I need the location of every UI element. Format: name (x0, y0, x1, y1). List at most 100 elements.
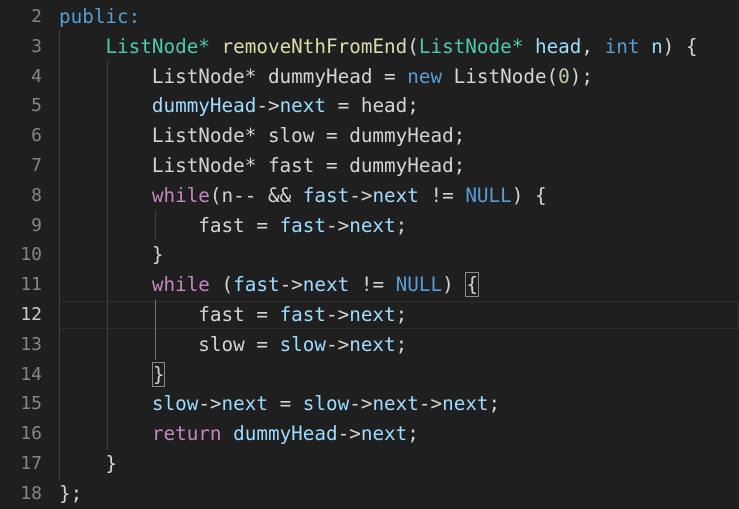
code-token: slow = (59, 332, 280, 356)
line-number: 2 (31, 6, 42, 27)
code-text[interactable]: slow->next = slow->next->next; (59, 389, 500, 419)
code-line[interactable]: 4 ListNode* dummyHead = new ListNode(0); (0, 62, 739, 92)
code-token: 0 (558, 64, 570, 88)
code-text[interactable]: slow = slow->next; (59, 330, 407, 360)
line-number: 17 (20, 453, 42, 474)
code-text[interactable]: while (fast->next != NULL) { (59, 270, 479, 300)
code-text[interactable]: return dummyHead->next; (59, 419, 419, 449)
code-token: next (349, 332, 396, 356)
code-line[interactable]: 6 ListNode* slow = dummyHead; (0, 121, 739, 151)
code-text[interactable]: ListNode* removeNthFromEnd(ListNode* hea… (59, 32, 698, 62)
code-token: next (372, 392, 419, 416)
code-editor[interactable]: 2 public: 3 ListNode* removeNthFromEnd(Lis… (0, 0, 739, 505)
code-token: -> (349, 183, 373, 207)
code-token: ListNode* dummyHead = (59, 64, 408, 88)
code-token: dummyHead (151, 94, 257, 118)
code-token: ; (395, 213, 408, 237)
line-number: 7 (31, 155, 42, 176)
code-line[interactable]: 10 } (0, 240, 739, 270)
code-text[interactable]: } (59, 240, 164, 270)
code-line[interactable]: 18}; (0, 479, 739, 509)
code-text[interactable]: } (59, 449, 117, 479)
code-line[interactable]: 11 while (fast->next != NULL) { (0, 270, 739, 300)
line-number: 5 (31, 95, 42, 117)
line-number: 3 (31, 35, 42, 57)
code-token: fast = (59, 213, 280, 237)
code-token: } (151, 361, 166, 387)
code-text[interactable]: ListNode* fast = dummyHead; (59, 151, 465, 181)
code-token: ( (407, 34, 419, 58)
code-line[interactable]: 5 dummyHead->next = head; (0, 91, 739, 121)
code-line[interactable]: 9 fast = fast->next; (0, 211, 739, 241)
code-line[interactable]: 8 while(n-- && fast->next != NULL) { (0, 181, 739, 211)
code-line[interactable]: 16 return dummyHead->next; (0, 419, 739, 449)
code-line[interactable]: 15 slow->next = slow->next->next; (0, 389, 739, 419)
code-text[interactable]: while(n-- && fast->next != NULL) { (59, 181, 547, 211)
code-line[interactable]: 17 } (0, 449, 739, 479)
code-token: ListNode* (418, 34, 524, 58)
line-number: 13 (20, 333, 42, 355)
code-token: fast (302, 183, 350, 207)
code-line[interactable]: 14 } (0, 360, 739, 390)
code-token: while (151, 273, 210, 297)
code-token: ; (407, 422, 419, 446)
code-token: n (651, 34, 663, 58)
code-token: next (279, 94, 327, 118)
code-token: -> (256, 94, 280, 118)
code-token: public: (59, 5, 141, 28)
code-token: -> (349, 392, 373, 416)
code-token: ListNode( (442, 64, 559, 88)
line-number: 8 (31, 184, 42, 206)
code-token: fast (279, 303, 326, 326)
code-token: -> (337, 422, 361, 446)
code-text[interactable]: fast = fast->next; (59, 300, 407, 330)
code-text[interactable]: }; (59, 479, 82, 509)
code-token: new (407, 64, 443, 88)
code-token: ; (488, 392, 501, 416)
code-token: next (349, 303, 396, 326)
code-token: ListNode* (105, 34, 210, 58)
code-text[interactable]: fast = fast->next; (59, 211, 407, 241)
code-text[interactable]: ListNode* slow = dummyHead; (59, 121, 465, 151)
code-line[interactable]: 13 slow = slow->next; (0, 330, 739, 360)
code-token: -> (279, 273, 303, 297)
code-token: } (59, 452, 118, 475)
line-number: 14 (20, 363, 42, 385)
code-text[interactable]: ListNode* dummyHead = new ListNode(0); (59, 62, 593, 92)
code-token: return (151, 422, 222, 446)
line-number: 10 (20, 244, 42, 266)
code-token: next (302, 273, 350, 297)
code-token: next (372, 183, 419, 207)
code-token: removeNthFromEnd (221, 34, 408, 58)
code-line[interactable]: 7 ListNode* fast = dummyHead; (0, 151, 739, 181)
code-token: dummyHead (233, 422, 338, 446)
code-token: } (59, 243, 164, 267)
code-line[interactable]: 12 fast = fast->next; (0, 300, 739, 330)
code-text[interactable]: public: (59, 2, 140, 32)
code-token: ListNode* fast = dummyHead; (59, 154, 466, 177)
code-token: ) { (662, 34, 698, 58)
code-text[interactable]: } (59, 360, 166, 390)
code-line[interactable]: 3 ListNode* removeNthFromEnd(ListNode* h… (0, 32, 739, 62)
code-token: (n-- && (209, 183, 303, 207)
line-number: 4 (31, 65, 42, 87)
code-token: ); (569, 64, 593, 88)
code-token: fast (279, 213, 326, 237)
line-number: 11 (20, 274, 42, 296)
code-token: != (418, 183, 466, 207)
code-token: ) { (511, 183, 547, 207)
code-token: while (151, 183, 210, 207)
code-token: slow (279, 332, 326, 356)
code-line[interactable]: 2 public: (0, 2, 739, 32)
code-text[interactable]: dummyHead->next = head; (59, 91, 419, 121)
code-token: slow (302, 392, 350, 416)
